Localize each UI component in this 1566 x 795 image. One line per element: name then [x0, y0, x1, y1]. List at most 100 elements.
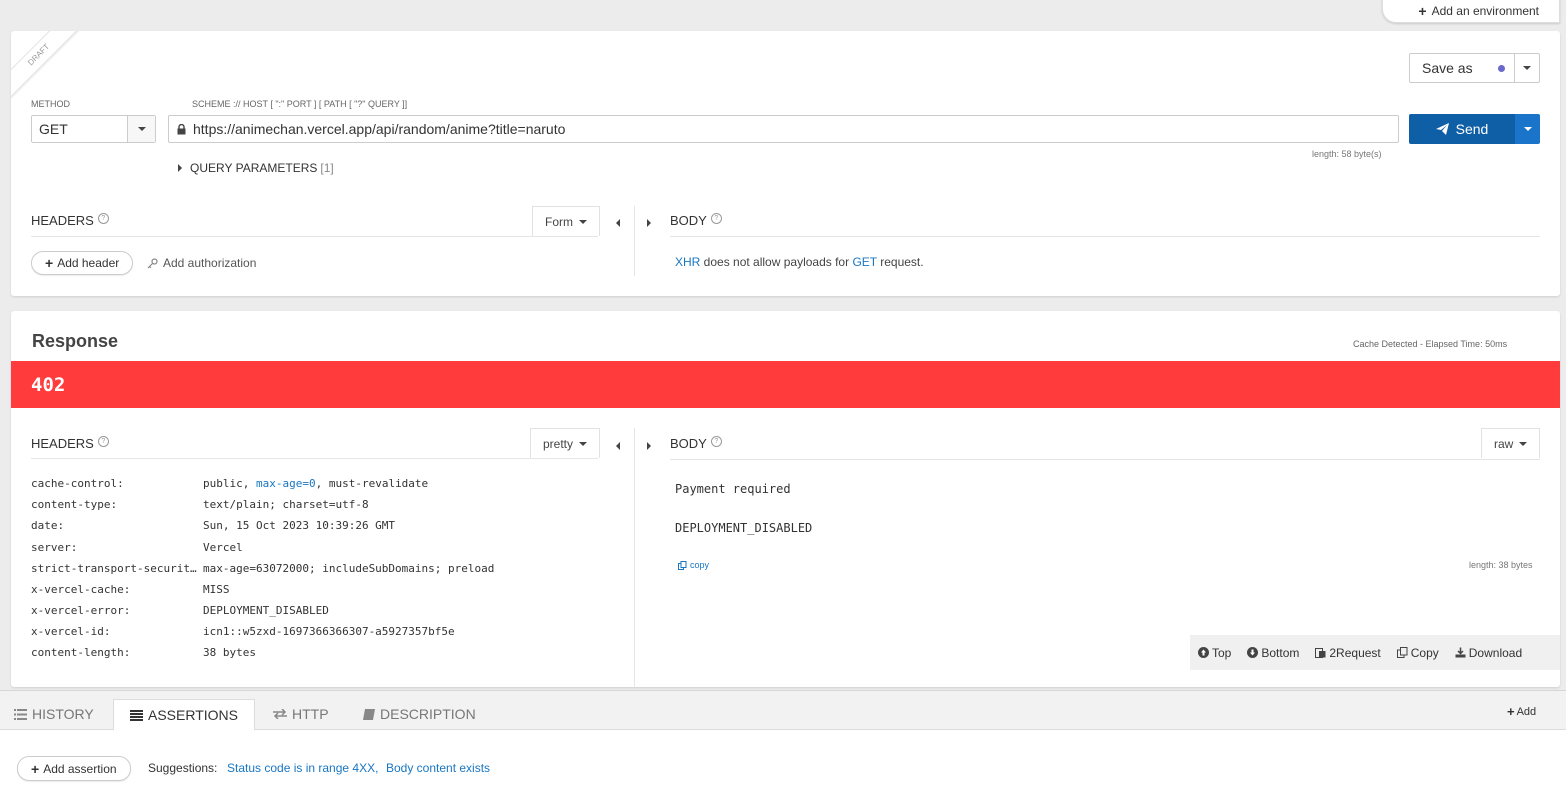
- tab-http[interactable]: HTTP: [273, 699, 329, 729]
- method-dropdown-toggle[interactable]: [127, 116, 155, 142]
- save-as-button[interactable]: Save as: [1410, 54, 1514, 82]
- collapse-right-icon[interactable]: [647, 215, 651, 230]
- method-select[interactable]: GET: [31, 115, 156, 143]
- response-title: Response: [32, 331, 119, 351]
- response-panel: Response Cache Detected - Elapsed Time: …: [11, 311, 1560, 687]
- body-length: length: 38 bytes: [1469, 560, 1533, 570]
- add-authorization-button[interactable]: Add authorization: [147, 256, 256, 270]
- tab-history[interactable]: HISTORY: [14, 699, 94, 729]
- header-key: content-length:: [31, 646, 131, 659]
- bottom-tab-strip: HISTORY ASSERTIONS HTTP DESCRIPTION + Ad…: [0, 691, 1566, 730]
- add-tab-label: Add: [1516, 705, 1537, 718]
- scroll-bottom-label: Bottom: [1261, 645, 1300, 660]
- response-body-line: DEPLOYMENT_DISABLED: [675, 521, 813, 535]
- download-icon: [1455, 647, 1466, 658]
- header-key: date:: [31, 519, 65, 532]
- collapse-right-icon[interactable]: [647, 438, 651, 453]
- add-authorization-label: Add authorization: [163, 256, 257, 270]
- help-icon[interactable]: ?: [97, 436, 109, 447]
- tab-assertions[interactable]: ASSERTIONS: [113, 699, 255, 730]
- response-meta: Cache Detected - Elapsed Time: 50ms: [1353, 339, 1508, 349]
- download-button[interactable]: Download: [1447, 646, 1530, 660]
- url-field: [168, 115, 1399, 143]
- to-request-button[interactable]: 2Request: [1307, 646, 1388, 660]
- query-parameters-toggle[interactable]: QUERY PARAMETERS [1]: [178, 161, 334, 175]
- list-icon: [14, 708, 27, 720]
- add-assertion-button[interactable]: + Add assertion: [17, 756, 131, 781]
- arrow-up-circle-icon: [1198, 647, 1209, 658]
- scroll-top-button[interactable]: Top: [1190, 646, 1239, 660]
- copy-icon: [678, 560, 687, 570]
- suggestion-body-content-link[interactable]: Body content exists: [386, 761, 490, 775]
- copy-toolbar-label: Copy: [1410, 645, 1439, 660]
- method-label: METHOD: [31, 99, 70, 109]
- header-value: max-age=63072000; includeSubDomains; pre…: [203, 562, 495, 575]
- add-tab-button[interactable]: + Add: [1507, 704, 1536, 719]
- copy-label: copy: [690, 560, 710, 570]
- to-request-label: 2Request: [1329, 645, 1381, 660]
- request-panel: DRAFT METHOD SCHEME :// HOST [ ":" PORT …: [11, 31, 1560, 296]
- suggestion-status-code-link[interactable]: Status code is in range 4XX,: [227, 761, 378, 775]
- tab-history-label: HISTORY: [32, 706, 94, 722]
- body-message-end: request.: [876, 255, 924, 269]
- add-environment-button[interactable]: + Add an environment: [1382, 0, 1560, 23]
- copy-button[interactable]: Copy: [1389, 646, 1447, 660]
- clipboard-icon: [1315, 648, 1326, 658]
- tab-description[interactable]: DESCRIPTION: [363, 699, 476, 729]
- url-length: length: 58 byte(s): [1312, 149, 1382, 159]
- headers-mode-label: Form: [545, 214, 573, 229]
- body-message-text: does not allow payloads for: [700, 255, 853, 269]
- send-button[interactable]: Send: [1409, 114, 1515, 144]
- response-body-line: Payment required: [675, 482, 791, 496]
- query-parameters-label: QUERY PARAMETERS: [190, 161, 318, 175]
- divider: [31, 458, 598, 459]
- get-link[interactable]: GET: [852, 255, 876, 269]
- lock-icon: [169, 123, 193, 135]
- header-key: server:: [31, 541, 78, 554]
- collapse-left-icon[interactable]: [616, 438, 620, 453]
- header-value: DEPLOYMENT_DISABLED: [203, 604, 329, 617]
- help-icon[interactable]: ?: [710, 436, 722, 447]
- xhr-link[interactable]: XHR: [675, 255, 700, 269]
- plus-icon: +: [1507, 704, 1515, 719]
- chevron-down-icon: [1523, 127, 1532, 131]
- help-icon[interactable]: ?: [710, 213, 722, 224]
- chevron-down-icon: [579, 219, 587, 224]
- request-headers-title-text: HEADERS: [31, 213, 94, 228]
- add-environment-label: Add an environment: [1431, 3, 1539, 18]
- response-body-title-text: BODY: [670, 436, 707, 451]
- headers-mode-dropdown[interactable]: Form: [532, 206, 600, 236]
- chevron-down-icon: [137, 127, 146, 131]
- help-icon[interactable]: ?: [97, 213, 109, 224]
- header-key: content-type:: [31, 498, 118, 511]
- header-key: x-vercel-id:: [31, 625, 111, 638]
- save-as-dropdown-button[interactable]: [1514, 54, 1539, 82]
- headers-format-dropdown[interactable]: pretty: [530, 428, 601, 458]
- method-value: GET: [39, 121, 68, 137]
- download-label: Download: [1468, 645, 1523, 660]
- query-parameters-count: [1]: [320, 161, 334, 175]
- key-icon: [147, 257, 158, 268]
- copy-body-link[interactable]: copy: [678, 560, 709, 570]
- body-format-dropdown[interactable]: raw: [1481, 428, 1541, 458]
- tab-assertions-label: ASSERTIONS: [148, 707, 238, 723]
- send-dropdown-button[interactable]: [1515, 114, 1540, 144]
- suggestions-label: Suggestions:: [148, 761, 218, 775]
- plus-icon: +: [31, 760, 40, 777]
- copy-icon: [1396, 647, 1408, 658]
- bottom-panel: HISTORY ASSERTIONS HTTP DESCRIPTION + Ad…: [0, 690, 1566, 795]
- add-header-button[interactable]: + Add header: [31, 251, 134, 275]
- status-bar: 402: [11, 361, 1560, 408]
- collapse-left-icon[interactable]: [616, 215, 620, 230]
- header-value-link[interactable]: max-age=0: [256, 477, 316, 490]
- arrow-down-circle-icon: [1247, 647, 1259, 658]
- exchange-icon: [273, 709, 287, 719]
- divider: [670, 459, 1540, 460]
- save-as-group: Save as: [1409, 53, 1540, 83]
- tab-http-label: HTTP: [292, 706, 329, 722]
- list-check-icon: [130, 709, 143, 721]
- scroll-bottom-button[interactable]: Bottom: [1239, 646, 1307, 660]
- plus-icon: +: [1418, 2, 1427, 19]
- status-code: 402: [31, 374, 66, 396]
- url-input[interactable]: [193, 121, 1398, 137]
